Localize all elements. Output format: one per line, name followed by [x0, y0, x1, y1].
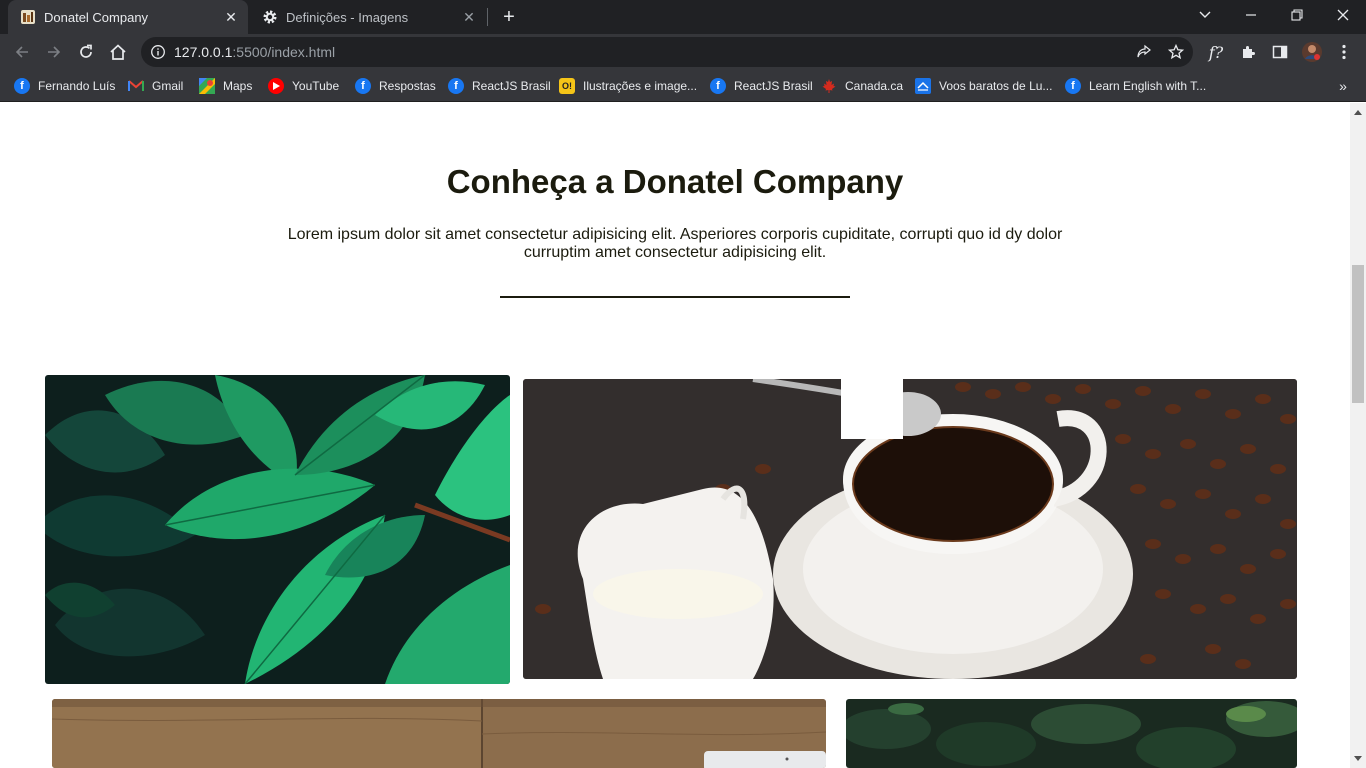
bookmark-label: ReactJS Brasil	[734, 79, 813, 93]
coffee-cup-photo	[523, 379, 1297, 679]
reload-icon[interactable]	[72, 38, 100, 66]
gmail-icon	[128, 78, 144, 94]
bookmark-reactjs-brasil-2[interactable]: f ReactJS Brasil	[710, 76, 813, 96]
bookmarks-bar: f Fernando Luís Gmail Maps YouTube f Res…	[0, 70, 1366, 102]
share-icon[interactable]	[1135, 43, 1153, 61]
url-host: 127.0.0.1	[174, 44, 233, 60]
tab-definicoes-imagens[interactable]: Definições - Imagens ✕	[250, 0, 486, 34]
tab-search-chevron-icon[interactable]	[1182, 0, 1228, 30]
url-path: :5500/index.html	[232, 44, 336, 60]
bookmark-label: Respostas	[379, 79, 436, 93]
facebook-icon: f	[710, 78, 726, 94]
bookmark-label: Maps	[223, 79, 253, 93]
bookmark-respostas[interactable]: f Respostas	[355, 76, 436, 96]
tab-title: Definições - Imagens	[286, 9, 409, 25]
gear-icon	[262, 9, 278, 25]
facebook-icon: f	[1065, 78, 1081, 94]
scrollbar-thumb[interactable]	[1352, 265, 1364, 403]
bookmark-label: Ilustrações e image...	[583, 79, 698, 93]
tab-separator	[487, 8, 488, 26]
extensions-puzzle-icon[interactable]	[1237, 41, 1259, 63]
facebook-icon: f	[14, 78, 30, 94]
more-bookmarks-chevron-icon[interactable]: »	[1334, 76, 1352, 96]
facebook-icon: f	[355, 78, 371, 94]
tab-title: Donatel Company	[44, 9, 149, 25]
minimize-window-icon[interactable]	[1228, 0, 1274, 30]
page-title: Conheça a Donatel Company	[446, 163, 904, 200]
tab-strip: Donatel Company ✕ Definições - Imagens ✕…	[0, 0, 1366, 34]
facebook-icon: f	[448, 78, 464, 94]
bookmark-ilustracoes[interactable]: O! Ilustrações e image...	[559, 76, 697, 96]
profile-avatar[interactable]	[1301, 41, 1323, 63]
bookmark-learn-english[interactable]: f Learn English with T...	[1065, 76, 1206, 96]
restore-window-icon[interactable]	[1274, 0, 1320, 30]
wooden-desk-photo	[52, 699, 826, 768]
youtube-icon	[268, 78, 284, 94]
bookmark-fernando-luis[interactable]: f Fernando Luís	[14, 76, 115, 96]
bookmark-label: Gmail	[152, 79, 184, 93]
maps-icon	[199, 78, 215, 94]
page-scrollbar[interactable]	[1350, 103, 1366, 768]
menu-kebab-icon[interactable]	[1333, 41, 1355, 63]
home-icon[interactable]	[104, 38, 132, 66]
forward-arrow-icon[interactable]	[40, 38, 68, 66]
bookmark-maps[interactable]: Maps	[199, 76, 252, 96]
bookmark-canada[interactable]: Canada.ca	[821, 76, 903, 96]
tab-donatel-company[interactable]: Donatel Company ✕	[8, 0, 248, 34]
intro-paragraph: Lorem ipsum dolor sit amet consectetur a…	[287, 226, 1063, 261]
address-bar[interactable]: 127.0.0.1:5500/index.html	[141, 37, 1193, 67]
bookmark-star-icon[interactable]	[1167, 43, 1185, 61]
bookmark-label: Learn English with T...	[1089, 79, 1207, 93]
section-divider	[500, 296, 850, 298]
close-window-icon[interactable]	[1320, 0, 1366, 30]
maple-leaf-icon	[821, 78, 837, 94]
green-leaves-photo	[45, 375, 510, 684]
new-tab-plus-icon[interactable]: +	[498, 6, 520, 28]
browser-toolbar: 127.0.0.1:5500/index.html f?	[0, 34, 1366, 70]
oi-icon: O!	[559, 78, 575, 94]
close-tab-icon[interactable]: ✕	[460, 8, 478, 26]
bookmark-reactjs-brasil[interactable]: f ReactJS Brasil	[448, 76, 551, 96]
close-tab-icon[interactable]: ✕	[222, 8, 240, 26]
site-info-icon[interactable]	[150, 44, 166, 60]
bookmark-label: Canada.ca	[845, 79, 904, 93]
function-extension-icon[interactable]: f?	[1205, 41, 1227, 63]
site-favicon-icon	[20, 9, 36, 25]
scroll-down-arrow-icon[interactable]	[1354, 754, 1362, 762]
bookmark-youtube[interactable]: YouTube	[268, 76, 339, 96]
bookmark-label: Fernando Luís	[38, 79, 116, 93]
page-viewport: Conheça a Donatel Company Lorem ipsum do…	[0, 103, 1350, 768]
bookmark-label: YouTube	[292, 79, 340, 93]
flights-icon	[915, 78, 931, 94]
bookmark-label: Voos baratos de Lu...	[939, 79, 1053, 93]
bookmark-voos-baratos[interactable]: Voos baratos de Lu...	[915, 76, 1052, 96]
side-panel-icon[interactable]	[1269, 41, 1291, 63]
url-text: 127.0.0.1:5500/index.html	[174, 44, 335, 60]
bookmark-gmail[interactable]: Gmail	[128, 76, 183, 96]
back-arrow-icon[interactable]	[8, 38, 36, 66]
bookmark-label: ReactJS Brasil	[472, 79, 551, 93]
scroll-up-arrow-icon[interactable]	[1354, 109, 1362, 117]
dark-foliage-photo	[846, 699, 1297, 768]
